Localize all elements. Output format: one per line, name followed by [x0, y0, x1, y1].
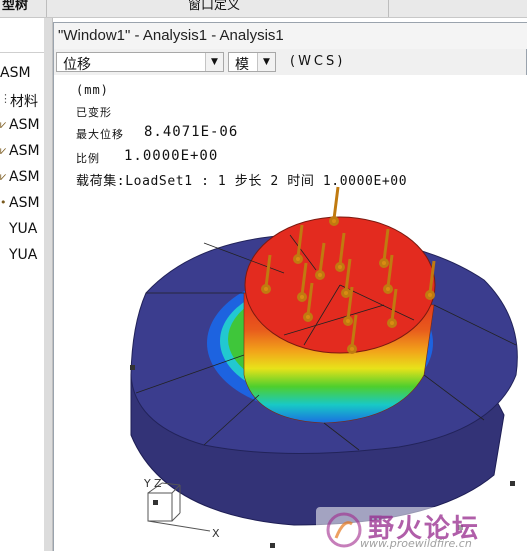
watermark: 野火论坛 www.proewildfire.cn	[316, 507, 527, 552]
tree-item-asm[interactable]: ASM	[0, 64, 44, 84]
point-icon: •	[0, 196, 7, 209]
result-viewport[interactable]: (mm) 已变形 最大位移 8.4071E-06 比例 1.0000E+00 载…	[54, 75, 527, 552]
tab-model-tree[interactable]: 型树	[0, 0, 47, 17]
tree-item-label: ASM	[9, 143, 40, 159]
tree-item-label: YUA	[9, 247, 38, 263]
tab-window-definition[interactable]: 窗口定义	[46, 0, 389, 17]
panel-splitter[interactable]	[44, 18, 53, 551]
material-icon: ⋮	[0, 92, 11, 105]
fem-model-render: Y Z X	[130, 186, 518, 548]
tree-item-asm-mesh-1[interactable]: ⩗ ASM	[0, 116, 44, 136]
tree-item-label: ASM	[9, 195, 40, 211]
watermark-url: www.proewildfire.cn	[360, 537, 472, 550]
model-tree-panel: ASM ⋮ 材料 ⩗ ASM ⩗ ASM ⩗ ASM • ASM YUA YUA	[0, 18, 45, 551]
window-title-bar[interactable]: "Window1" - Analysis1 - Analysis1	[54, 23, 527, 49]
tree-item-label: ASM	[0, 65, 31, 81]
top-tab-bar: 型树 窗口定义	[0, 0, 527, 18]
tree-item-asm-mesh-3[interactable]: ⩗ ASM	[0, 168, 44, 188]
mesh-icon: ⩗	[0, 118, 7, 131]
tab-window-definition-label: 窗口定义	[188, 0, 241, 13]
axis-label-x: X	[212, 527, 220, 540]
quantity-select[interactable]: 位移 ▼	[56, 52, 224, 73]
window-title: "Window1" - Analysis1 - Analysis1	[58, 27, 284, 44]
mode-select-value: 模	[235, 57, 249, 73]
tab-model-tree-label: 型树	[2, 0, 29, 13]
tree-item-label: YUA	[9, 221, 38, 237]
tree-item-label: ASM	[9, 169, 40, 185]
tree-item-materials[interactable]: ⋮ 材料	[0, 90, 44, 111]
tree-item-yua-2[interactable]: YUA	[0, 246, 44, 266]
quantity-select-value: 位移	[63, 57, 91, 73]
chevron-down-icon[interactable]: ▼	[257, 53, 275, 71]
analysis-window: "Window1" - Analysis1 - Analysis1 位移 ▼ 模…	[53, 22, 527, 552]
mesh-icon: ⩗	[0, 144, 7, 157]
tree-item-label: ASM	[9, 117, 40, 133]
mode-select[interactable]: 模 ▼	[228, 52, 276, 73]
result-toolbar: 位移 ▼ 模 ▼ (WCS)	[54, 50, 527, 75]
tree-item-yua-1[interactable]: YUA	[0, 220, 44, 240]
tree-separator	[0, 52, 44, 53]
tree-item-asm-point[interactable]: • ASM	[0, 194, 44, 214]
coord-system-label: (WCS)	[290, 54, 346, 69]
axis-label-z: Z	[154, 477, 162, 490]
tree-item-asm-mesh-2[interactable]: ⩗ ASM	[0, 142, 44, 162]
mesh-icon: ⩗	[0, 170, 7, 183]
tree-item-label: 材料	[10, 94, 38, 110]
chevron-down-icon[interactable]: ▼	[205, 53, 223, 71]
watermark-logo-icon	[326, 512, 362, 548]
axis-label-y: Y	[143, 477, 151, 490]
